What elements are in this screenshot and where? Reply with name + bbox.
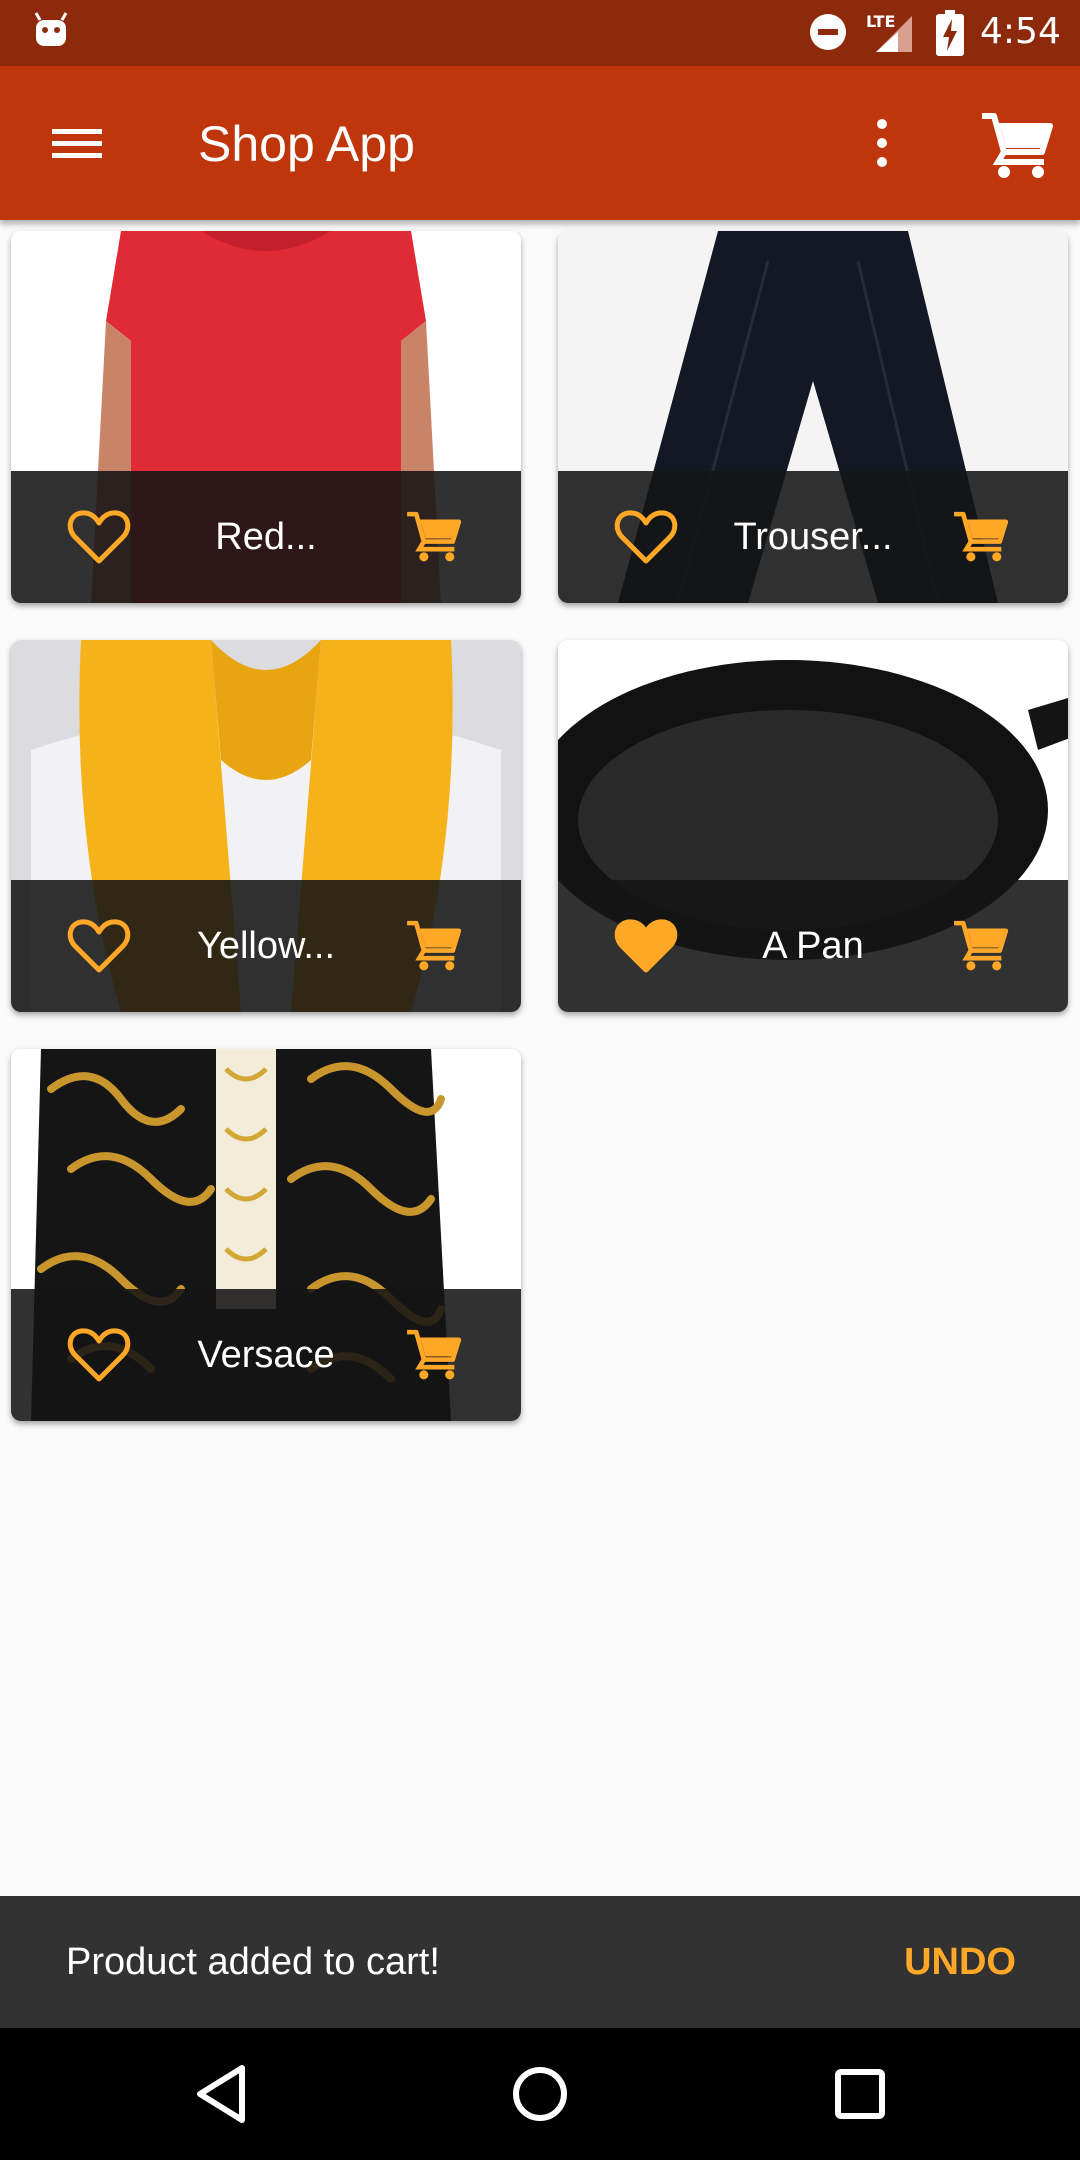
favorite-border-icon[interactable]	[614, 507, 678, 567]
add-to-cart-icon[interactable]	[401, 505, 465, 569]
product-footer: Yellow...	[11, 880, 521, 1012]
do-not-disturb-icon	[810, 14, 846, 50]
add-to-cart-icon[interactable]	[401, 1323, 465, 1387]
product-name: A Pan	[762, 925, 864, 967]
android-notification-icon	[34, 12, 68, 46]
add-to-cart-icon[interactable]	[948, 914, 1012, 978]
status-bar: LTE 4:54	[0, 0, 1080, 66]
product-footer: Red...	[11, 471, 521, 603]
clock: 4:54	[980, 11, 1061, 52]
product-footer: Trouser...	[558, 471, 1068, 603]
home-icon[interactable]	[504, 2058, 576, 2130]
product-name: Versace	[197, 1334, 335, 1376]
product-name: Trouser...	[733, 516, 893, 558]
add-to-cart-icon[interactable]	[401, 914, 465, 978]
product-card[interactable]: Versace	[11, 1049, 521, 1421]
recents-icon[interactable]	[824, 2058, 896, 2130]
app-bar: Shop App	[0, 66, 1080, 220]
undo-button[interactable]: UNDO	[904, 1896, 1016, 2028]
snackbar: Product added to cart! UNDO	[0, 1896, 1080, 2028]
menu-icon[interactable]	[40, 113, 114, 173]
product-card[interactable]: Red...	[11, 231, 521, 603]
more-vert-icon[interactable]	[858, 110, 906, 176]
shopping-cart-icon[interactable]	[974, 106, 1058, 186]
product-name: Red...	[215, 516, 317, 558]
snackbar-message: Product added to cart!	[66, 1941, 440, 1983]
product-name: Yellow...	[196, 925, 336, 967]
favorite-border-icon[interactable]	[67, 1325, 131, 1385]
favorite-filled-icon[interactable]	[614, 916, 678, 976]
page-title: Shop App	[198, 116, 415, 172]
favorite-border-icon[interactable]	[67, 916, 131, 976]
battery-charging-icon	[936, 10, 964, 56]
product-footer: Versace	[11, 1289, 521, 1421]
product-card[interactable]: Trouser...	[558, 231, 1068, 603]
favorite-border-icon[interactable]	[67, 507, 131, 567]
signal-icon	[876, 16, 912, 52]
add-to-cart-icon[interactable]	[948, 505, 1012, 569]
product-card[interactable]: Yellow...	[11, 640, 521, 1012]
product-card[interactable]: A Pan	[558, 640, 1068, 1012]
product-footer: A Pan	[558, 880, 1068, 1012]
system-nav-bar	[0, 2028, 1080, 2160]
back-icon[interactable]	[186, 2058, 258, 2130]
